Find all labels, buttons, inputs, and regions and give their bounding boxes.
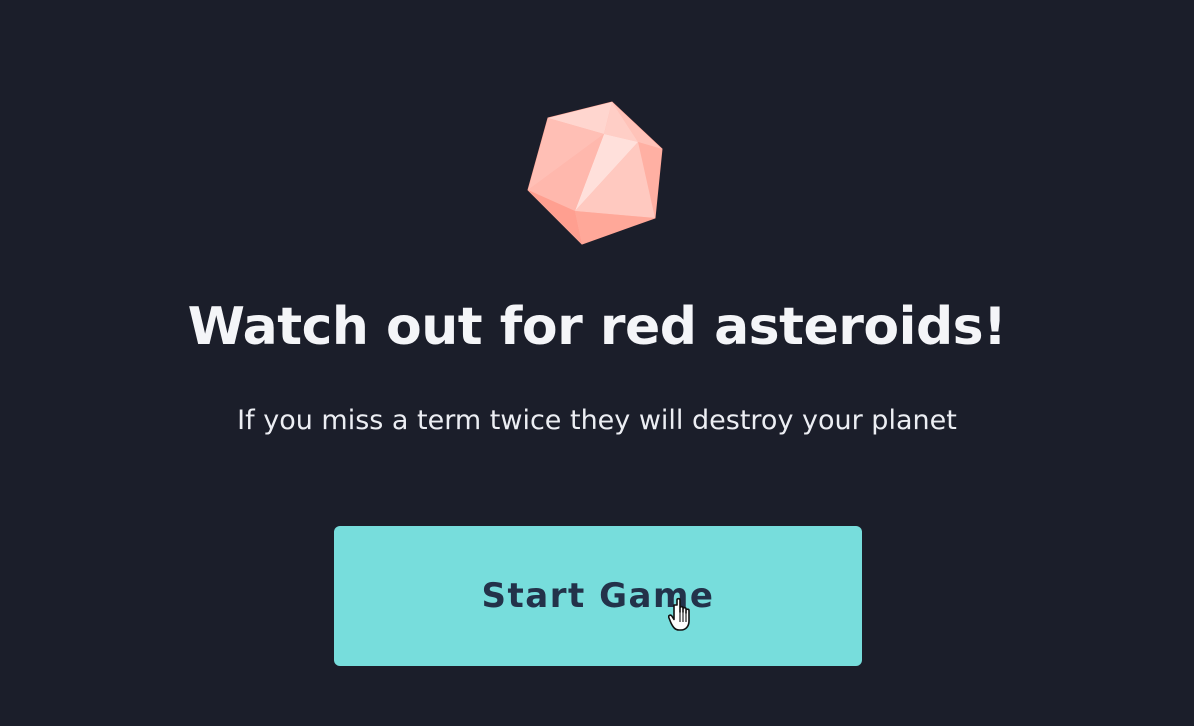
page-title: Watch out for red asteroids! bbox=[187, 297, 1007, 357]
instruction-text: If you miss a term twice they will destr… bbox=[237, 405, 957, 436]
game-intro-screen: Watch out for red asteroids! If you miss… bbox=[0, 0, 1194, 726]
start-game-button[interactable]: Start Game bbox=[334, 526, 862, 666]
hand-pointer-cursor-icon bbox=[668, 597, 690, 631]
red-asteroid-icon bbox=[527, 101, 663, 245]
